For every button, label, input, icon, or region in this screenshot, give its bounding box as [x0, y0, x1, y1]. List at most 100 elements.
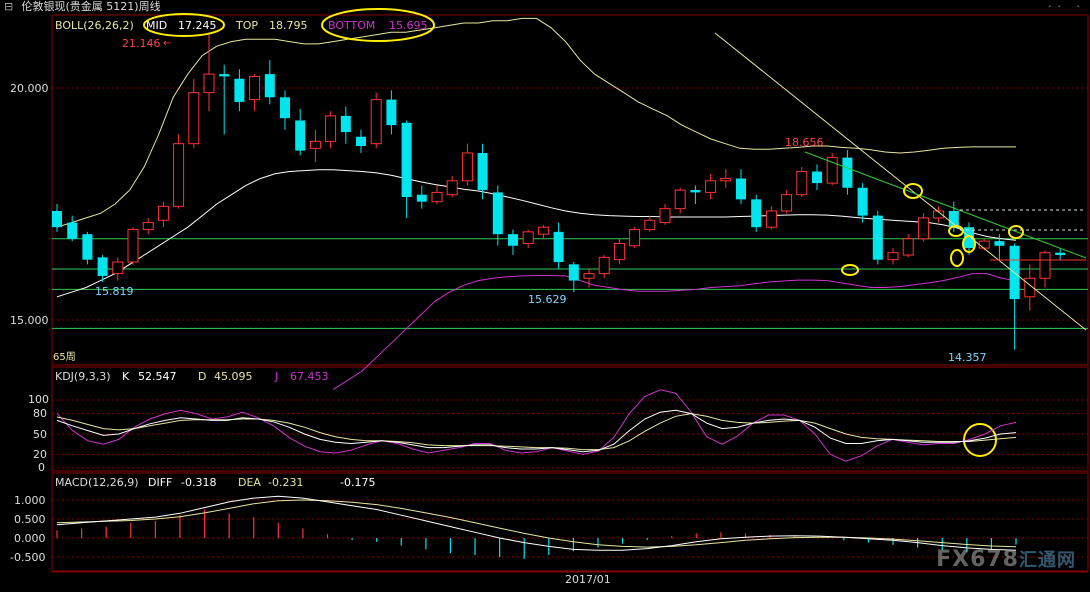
- annotation-high: 21.146: [122, 37, 161, 50]
- trendline-down: [714, 32, 1087, 331]
- candlestick: [522, 229, 534, 249]
- kdj-k-value: 52.547: [138, 370, 177, 383]
- candle-body: [796, 171, 808, 196]
- price-axis-label-15: 15.000: [10, 314, 49, 327]
- candle-body: [812, 171, 822, 184]
- candle-body: [492, 192, 503, 235]
- candle-body: [112, 261, 124, 275]
- candlestick: [219, 64, 230, 135]
- candle-body: [765, 210, 777, 228]
- macd-name: MACD(12,26,9): [55, 476, 139, 489]
- candle-body: [781, 194, 793, 212]
- boll-name: BOLL(26,26,2): [55, 19, 134, 32]
- candle-body: [340, 115, 351, 133]
- candlestick: [629, 227, 641, 249]
- kdj-j-line: [56, 389, 1017, 462]
- candle-body: [203, 73, 215, 94]
- period-label: 65周: [53, 351, 76, 363]
- candle-body: [142, 222, 154, 231]
- price-axis-label-20: 20.000: [10, 82, 49, 95]
- candlestick: [280, 90, 290, 130]
- candle-body: [431, 191, 443, 203]
- candlestick: [690, 185, 701, 204]
- candle-body: [173, 143, 185, 207]
- candle-body: [1055, 252, 1066, 256]
- candlestick: [142, 217, 154, 235]
- candle-body: [736, 178, 746, 200]
- candlestick: [173, 134, 185, 209]
- candlestick: [736, 169, 746, 204]
- candlestick: [872, 210, 883, 265]
- macd-axis-0: 0.000: [14, 532, 46, 545]
- candle-body: [416, 194, 427, 202]
- highlight-circle-4: [950, 249, 964, 267]
- macd-dea-label: DEA: [238, 476, 261, 489]
- annotation-low3: 14.357: [948, 351, 987, 364]
- kdj-axis-80: 80: [33, 407, 47, 420]
- candlestick: [644, 215, 656, 232]
- candle-body: [902, 238, 914, 256]
- candlestick: [446, 176, 458, 198]
- candle-body: [872, 215, 883, 260]
- candle-body: [295, 120, 306, 151]
- candle-body: [356, 136, 366, 146]
- boll-bottom-line: [332, 273, 1017, 391]
- candlestick: [598, 255, 610, 279]
- grid-lines: [52, 87, 1088, 573]
- candlestick: [902, 234, 914, 258]
- candle-body: [97, 257, 108, 276]
- highlight-circles: [143, 8, 1024, 457]
- candlestick: [537, 224, 549, 239]
- candle-body: [978, 240, 990, 249]
- boll-mid-line: [56, 169, 1017, 298]
- candle-body: [234, 78, 245, 102]
- chart-canvas[interactable]: BOLL(26,26,2) MID 17.245 TOP 18.795 BOTT…: [0, 0, 1090, 592]
- macd-diff-value: -0.318: [181, 476, 216, 489]
- price-panel-frame: [51, 14, 1089, 366]
- candle-body: [568, 264, 579, 281]
- candlestick: [765, 206, 777, 230]
- candlestick: [249, 74, 261, 112]
- candle-body: [280, 97, 290, 119]
- candle-body: [127, 229, 139, 263]
- macd-axis-neg0.5: -0.500: [10, 551, 45, 564]
- candlestick: [705, 173, 717, 200]
- macd-series: [56, 495, 1017, 559]
- candlestick: [508, 229, 518, 256]
- chart-window: ⊟ 伦敦银现(贵金属 5121)周线 ·· · BOLL(26,26,2) MI…: [0, 0, 1090, 592]
- candle-body: [537, 226, 549, 235]
- candlestick: [553, 222, 564, 269]
- kdj-j-value: 67.453: [290, 370, 329, 383]
- boll-bottom-label: BOTTOM: [328, 19, 375, 32]
- candlestick: [751, 194, 762, 232]
- candle-body: [52, 210, 62, 228]
- candlestick: [370, 92, 382, 149]
- candlestick: [842, 150, 853, 195]
- candlestick: [461, 143, 473, 186]
- macd-axis-1: 1.000: [14, 494, 46, 507]
- annotation-low1: 15.819: [95, 285, 134, 298]
- kdj-k-line: [56, 409, 1017, 453]
- candlestick: [887, 248, 899, 265]
- macd-diff-label: DIFF: [148, 476, 172, 489]
- candle-body: [857, 187, 868, 216]
- candlestick: [720, 169, 732, 188]
- candle-body: [1039, 252, 1051, 279]
- trendline-green: [804, 151, 1087, 259]
- candlestick: [1039, 250, 1051, 288]
- candlestick: [401, 120, 412, 218]
- boll-lines: [56, 17, 1017, 391]
- kdj-axis-20: 20: [33, 448, 47, 461]
- candle-body: [917, 217, 929, 240]
- candlestick: [659, 204, 671, 225]
- candlestick: [264, 60, 275, 105]
- candlestick: [52, 204, 62, 232]
- candlestick: [386, 90, 397, 135]
- candlestick: [82, 231, 93, 265]
- candle-body: [325, 115, 337, 142]
- candlestick: [295, 108, 306, 156]
- candlestick: [674, 187, 686, 214]
- candle-body: [842, 157, 853, 188]
- candle-body: [67, 222, 78, 239]
- kdj-lines: [56, 389, 1017, 462]
